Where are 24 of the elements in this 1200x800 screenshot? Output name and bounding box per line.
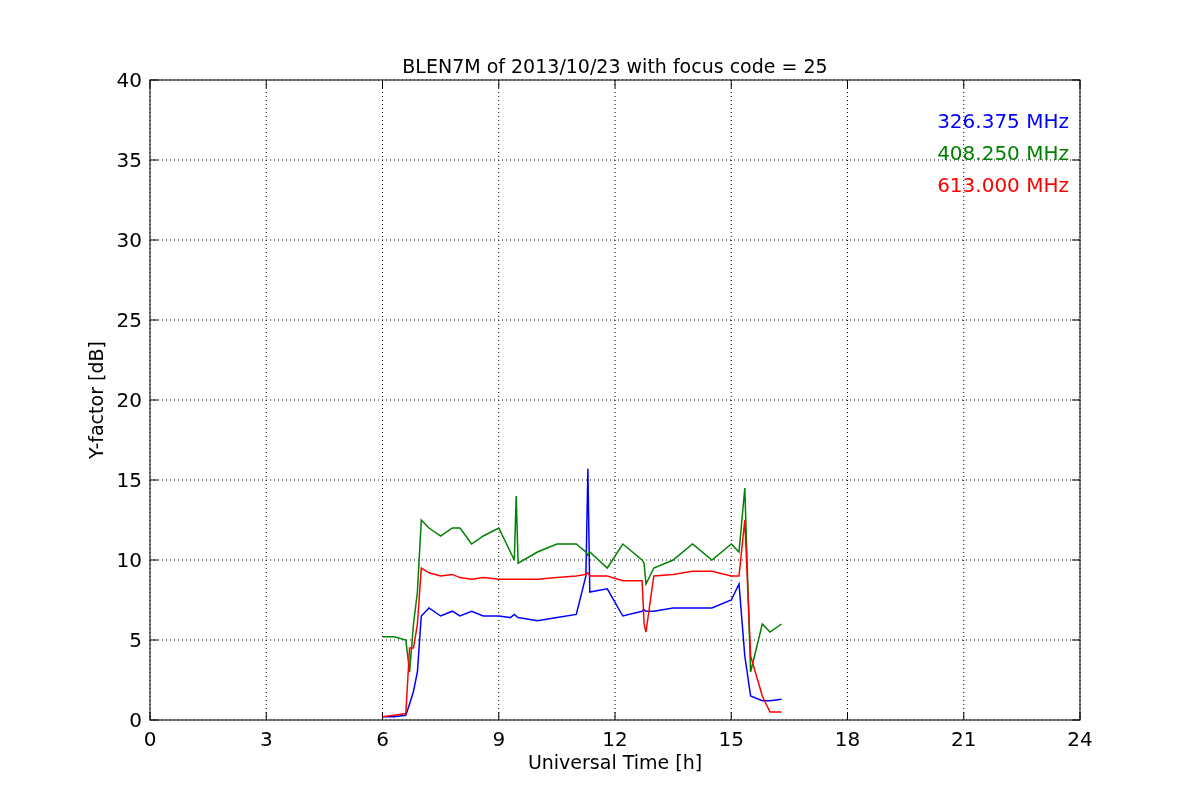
y-tick-label: 5 <box>129 628 142 652</box>
y-axis-label: Y-factor [dB] <box>85 341 107 459</box>
legend-label: 326.375 MHz <box>937 109 1069 133</box>
y-tick-label: 35 <box>116 148 142 172</box>
x-tick-label: 15 <box>718 727 744 751</box>
x-tick-label: 21 <box>951 727 977 751</box>
y-tick-label: 40 <box>116 68 142 92</box>
x-tick-label: 18 <box>834 727 861 751</box>
y-tick-label: 0 <box>129 708 142 732</box>
x-tick-label: 6 <box>376 727 389 751</box>
x-axis-label: Universal Time [h] <box>527 751 703 773</box>
x-tick-label: 9 <box>492 727 506 751</box>
x-tick-label: 12 <box>602 727 628 751</box>
y-tick-label: 30 <box>116 228 142 252</box>
y-tick-label: 25 <box>116 308 142 332</box>
x-tick-label: 24 <box>1067 727 1093 751</box>
legend-label: 613.000 MHz <box>937 173 1069 197</box>
y-tick-label: 20 <box>116 388 142 412</box>
x-tick-label: 3 <box>259 727 273 751</box>
y-tick-label: 15 <box>116 468 142 492</box>
x-tick-label: 0 <box>143 727 157 751</box>
y-tick-label: 10 <box>116 548 142 572</box>
chart-title: BLEN7M of 2013/10/23 with focus code = 25 <box>402 55 828 77</box>
legend-label: 408.250 MHz <box>937 141 1069 165</box>
